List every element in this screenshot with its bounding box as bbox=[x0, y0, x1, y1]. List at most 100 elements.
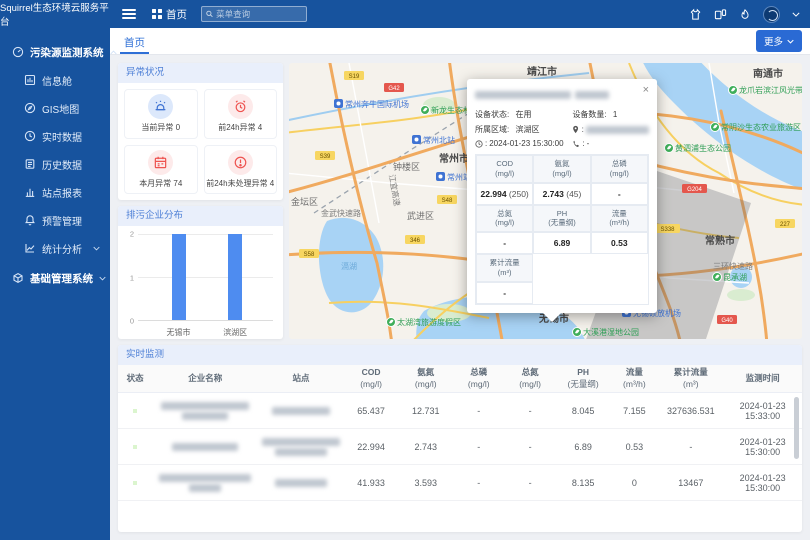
sidebar-item-6[interactable]: 预警管理 bbox=[0, 206, 110, 234]
table-row[interactable]: 22.9942.743--6.890.53-2024-01-23 15:30:0… bbox=[118, 429, 802, 465]
popup-metric-value: - bbox=[476, 232, 533, 254]
sidebar-item-1[interactable]: 信息舱 bbox=[0, 66, 110, 94]
abnormal-card-label: 前24h未处理异常 4 bbox=[206, 178, 274, 189]
abnormal-card-1[interactable]: 前24h异常 4 bbox=[204, 89, 278, 139]
station-name-redacted bbox=[258, 479, 344, 487]
cell-tp: - bbox=[453, 478, 504, 488]
cell-flow: 7.155 bbox=[610, 406, 658, 416]
sidebar: 污染源监测系统信息舱 GIS地图实时数据历史数据站点报表预警管理统计分析基础管理系… bbox=[0, 28, 110, 540]
popup-close-icon[interactable]: × bbox=[643, 86, 649, 95]
popup-empty-cell bbox=[533, 282, 590, 304]
abnormal-card-0[interactable]: 当前异常 0 bbox=[124, 89, 198, 139]
search-input[interactable] bbox=[216, 9, 302, 19]
sidebar-item-label: 预警管理 bbox=[42, 213, 110, 228]
sidebar-item-4[interactable]: 历史数据 bbox=[0, 150, 110, 178]
cell-ph: 8.045 bbox=[556, 406, 611, 416]
chevron-down-icon bbox=[99, 276, 106, 281]
abnormal-card-label: 前24h异常 4 bbox=[218, 122, 262, 133]
station-name-redacted bbox=[258, 438, 344, 456]
popup-metric-header: 总磷(mg/l) bbox=[591, 155, 648, 183]
column-header-8: 流量(m³/h) bbox=[610, 367, 658, 389]
map-label-city: 常州市 bbox=[439, 152, 469, 165]
chart-y-axis: 012 bbox=[124, 234, 136, 321]
more-button[interactable]: 更多 bbox=[756, 30, 802, 52]
cell-ph: 8.135 bbox=[556, 478, 611, 488]
abnormal-card-3[interactable]: 前24h未处理异常 4 bbox=[204, 145, 278, 195]
company-name-redacted bbox=[152, 443, 258, 451]
popup-metric-value: - bbox=[591, 183, 648, 205]
sidebar-item-3[interactable]: 实时数据 bbox=[0, 122, 110, 150]
cell-cod: 41.933 bbox=[344, 478, 399, 488]
realtime-panel-title: 实时监测 bbox=[118, 345, 802, 365]
x-tick-label: 滨湖区 bbox=[223, 327, 247, 338]
map-label-city: 靖江市 bbox=[527, 65, 557, 78]
road-badge: S39 bbox=[315, 151, 335, 160]
abnormal-status-panel: 异常状况 当前异常 0前24h异常 4本月异常 74前24h未处理异常 4 bbox=[118, 63, 283, 200]
gauge-icon bbox=[12, 46, 24, 58]
address-redacted: : bbox=[572, 124, 649, 135]
user-avatar[interactable] bbox=[763, 6, 780, 23]
user-menu-chevron-icon[interactable] bbox=[792, 12, 800, 17]
sidebar-item-label: GIS地图 bbox=[42, 101, 110, 116]
map-label-road: 三环快速路 bbox=[713, 261, 753, 271]
column-header-10: 监测时间 bbox=[723, 373, 802, 384]
column-header-1: 企业名称 bbox=[152, 373, 258, 384]
sidebar-item-2[interactable]: GIS地图 bbox=[0, 94, 110, 122]
breadcrumb-home[interactable]: 首页 bbox=[152, 7, 187, 22]
road-badge: S58 bbox=[299, 249, 319, 258]
breadcrumb-home-label: 首页 bbox=[166, 7, 187, 22]
road-badge: 227 bbox=[775, 219, 795, 228]
cell-tn: - bbox=[504, 406, 555, 416]
calendar-icon bbox=[148, 150, 173, 175]
table-row[interactable]: 41.9333.593--8.1350134672024-01-23 15:30… bbox=[118, 465, 802, 501]
tab-home[interactable]: 首页 bbox=[120, 29, 149, 54]
cell-ph: 6.89 bbox=[556, 442, 611, 452]
map-label-road: 金武快速路 bbox=[321, 208, 361, 218]
sidebar-item-5[interactable]: 站点报表 bbox=[0, 178, 110, 206]
info-panel-icon bbox=[24, 74, 36, 86]
sidebar-item-7[interactable]: 统计分析 bbox=[0, 234, 110, 262]
chart-plot bbox=[138, 234, 273, 321]
column-header-0: 状态 bbox=[118, 373, 152, 384]
map-panel[interactable]: S19G42S39S48G2S58346S228G524G204S338227G… bbox=[289, 63, 802, 339]
abnormal-card-2[interactable]: 本月异常 74 bbox=[124, 145, 198, 195]
table-row[interactable]: 65.43712.731--8.0457.155327636.5312024-0… bbox=[118, 393, 802, 429]
cell-nh3: 3.593 bbox=[398, 478, 453, 488]
svg-text:G204: G204 bbox=[687, 187, 702, 193]
sidebar-item-0[interactable]: 污染源监测系统 bbox=[0, 38, 110, 66]
bar-无锡市 bbox=[172, 234, 186, 320]
svg-text:S338: S338 bbox=[660, 227, 675, 233]
abnormal-cards: 当前异常 0 前24h异常 4 本月异常 74 前24h未处理异常 4 bbox=[118, 83, 283, 200]
system-icon bbox=[12, 272, 24, 284]
y-tick-label: 0 bbox=[130, 317, 134, 326]
flame-icon[interactable] bbox=[739, 8, 751, 21]
map-label-park: 大溪港湿地公园 bbox=[583, 327, 639, 337]
svg-text:346: 346 bbox=[410, 238, 421, 244]
sidebar-item-8[interactable]: 基础管理系统 bbox=[0, 264, 110, 292]
phone-icon bbox=[572, 140, 580, 148]
popup-metric-value: 2.743 (45) bbox=[533, 183, 590, 205]
table-scrollbar[interactable] bbox=[794, 397, 799, 459]
cell-time: 2024-01-23 15:30:00 bbox=[723, 473, 802, 493]
map-label-district: 钟楼区 bbox=[393, 161, 420, 172]
realtime-panel: 实时监测 状态企业名称站点COD(mg/l)氨氮(mg/l)总磷(mg/l)总氮… bbox=[118, 345, 802, 532]
sidebar-item-label: 历史数据 bbox=[42, 157, 110, 172]
exclamation-icon bbox=[228, 150, 253, 175]
sidebar-nav: 污染源监测系统信息舱 GIS地图实时数据历史数据站点报表预警管理统计分析基础管理系… bbox=[0, 28, 110, 292]
column-header-6: 总氮(mg/l) bbox=[504, 367, 555, 389]
gis-map-icon bbox=[24, 102, 36, 114]
map-label-poi: 常州奔牛国际机场 bbox=[345, 99, 409, 109]
popup-metric-header: 累计流量(m³) bbox=[476, 254, 533, 282]
sidebar-item-label: 统计分析 bbox=[42, 241, 87, 256]
screens-icon[interactable] bbox=[714, 8, 727, 21]
popup-metric-value: 22.994 (250) bbox=[476, 183, 533, 205]
theme-skin-icon[interactable] bbox=[689, 8, 702, 21]
popup-metric-header: 氨氮(mg/l) bbox=[533, 155, 590, 183]
map-label-poi: 常州北站 bbox=[423, 135, 455, 145]
column-header-2: 站点 bbox=[258, 373, 344, 384]
cell-nh3: 2.743 bbox=[398, 442, 453, 452]
cell-total_flow: - bbox=[658, 442, 723, 452]
hamburger-menu-icon[interactable] bbox=[122, 6, 136, 21]
main-content: 异常状况 当前异常 0前24h异常 4本月异常 74前24h未处理异常 4 排污… bbox=[110, 55, 810, 540]
menu-search-box[interactable] bbox=[201, 6, 307, 22]
